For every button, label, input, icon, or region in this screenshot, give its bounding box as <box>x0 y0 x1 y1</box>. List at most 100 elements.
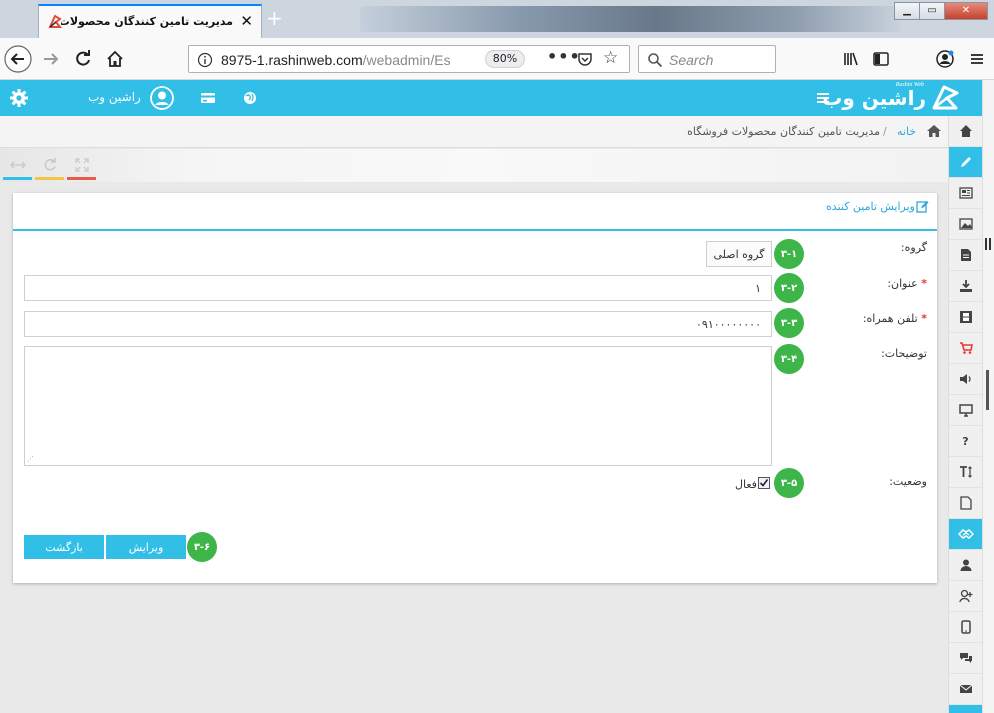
new-tab-icon[interactable]: + <box>266 8 283 28</box>
scrollbar-grip[interactable] <box>985 238 991 250</box>
description-label: توضیحات: <box>881 347 927 360</box>
sidebar-item-mobile[interactable] <box>949 612 982 643</box>
step-badge-3-3: ۳-۳ <box>774 308 804 338</box>
library-icon[interactable] <box>836 44 866 74</box>
mobile-icon <box>960 620 971 634</box>
user-avatar-icon[interactable] <box>150 86 174 110</box>
browser-tab[interactable]: مدیریت تامین کنندگان محصولات فرو ✕ <box>38 4 262 38</box>
sidebar-item-messages[interactable] <box>949 674 982 705</box>
toolbar-refresh-button[interactable] <box>35 149 64 181</box>
title-input-value: ۱ <box>755 282 761 295</box>
brand-mark-icon <box>930 85 960 111</box>
phone-label: * تلفن همراه: <box>863 312 927 325</box>
expand-icon <box>74 158 89 172</box>
envelope-icon <box>959 683 973 695</box>
title-input[interactable]: ۱ <box>24 275 772 301</box>
breadcrumb-separator: / <box>883 125 887 138</box>
sidebar-item-faq[interactable]: ? <box>949 426 982 457</box>
sidebar-item-shop[interactable] <box>949 333 982 364</box>
breadcrumb-home-link[interactable]: خانه <box>897 125 916 138</box>
sidebar-item-pages[interactable] <box>949 240 982 271</box>
resize-grip-icon[interactable]: ⋰ <box>27 455 34 463</box>
scrollbar-thumb[interactable] <box>986 370 989 410</box>
refresh-icon <box>43 158 57 172</box>
sidebar-item-downloads[interactable] <box>949 271 982 302</box>
site-info-icon[interactable] <box>197 52 213 68</box>
title-label: * عنوان: <box>887 277 927 290</box>
settings-gear-icon[interactable] <box>9 88 29 108</box>
sidebar-item-documents[interactable] <box>949 488 982 519</box>
sidebar-item-fonts[interactable] <box>949 457 982 488</box>
arrows-horizontal-icon <box>9 160 26 170</box>
minimize-icon[interactable]: ▁ <box>894 2 920 20</box>
sidebar-item-audio[interactable] <box>949 364 982 395</box>
question-icon: ? <box>962 434 969 448</box>
pocket-icon[interactable] <box>577 51 593 67</box>
phone-label-text: تلفن همراه: <box>862 312 918 325</box>
sidebar-item-display[interactable] <box>949 395 982 426</box>
credit-card-icon[interactable] <box>200 91 216 105</box>
panel-header: ویرایش تامین کننده <box>13 193 937 231</box>
sidebar-toggle-icon[interactable] <box>866 44 896 74</box>
sidebar-item-add-user[interactable] <box>949 581 982 612</box>
brand-logo[interactable]: Rashin Web راشین وب <box>822 82 962 114</box>
speaker-icon <box>959 372 973 386</box>
breadcrumb-current: مدیریت تامین کنندگان محصولات فروشگاه <box>687 125 880 138</box>
page-actions-icon[interactable]: ••• <box>547 47 581 66</box>
url-bar[interactable]: 8975-1.rashinweb.com/webadmin/Es 80% •••… <box>188 45 630 73</box>
description-textarea[interactable]: ⋰ <box>24 346 772 466</box>
url-path: /webadmin/Es <box>362 52 451 68</box>
home-icon[interactable] <box>100 44 130 74</box>
reload-icon[interactable] <box>68 44 98 74</box>
sidebar-item-comments[interactable] <box>949 643 982 674</box>
back-arrow-icon[interactable] <box>3 44 33 74</box>
globe-icon[interactable] <box>243 91 257 105</box>
image-icon <box>958 218 973 230</box>
required-mark: * <box>921 312 927 325</box>
window-close-icon[interactable]: ✕ <box>944 2 988 20</box>
user-plus-icon <box>958 589 973 603</box>
monitor-icon <box>958 403 973 417</box>
account-icon[interactable] <box>930 44 960 74</box>
sidebar-item-folder[interactable] <box>949 705 982 713</box>
file-text-icon <box>960 248 972 262</box>
toolbar-fullscreen-button[interactable] <box>67 149 96 181</box>
sidebar-item-news[interactable] <box>949 178 982 209</box>
status-active-label[interactable]: فعال <box>735 478 757 491</box>
sidebar-item-videos[interactable] <box>949 302 982 333</box>
text-height-icon <box>959 465 973 479</box>
browser-search-box[interactable]: Search <box>638 45 776 73</box>
maximize-icon[interactable]: ▭ <box>919 2 945 20</box>
search-placeholder: Search <box>669 52 714 68</box>
required-mark: * <box>921 277 927 290</box>
tab-title: مدیریت تامین کنندگان محصولات فرو <box>61 15 233 28</box>
mobile-phone-input[interactable]: ۰۹۱۰۰۰۰۰۰۰۰ <box>24 311 772 337</box>
sidebar-item-gallery[interactable] <box>949 209 982 240</box>
zoom-level-badge[interactable]: 80% <box>485 50 525 68</box>
sidebar: ? <box>948 116 982 713</box>
toolbar-indicator-yellow <box>35 177 64 180</box>
window-controls: ▁ ▭ ✕ <box>894 2 988 20</box>
breadcrumb-home-icon[interactable] <box>926 124 942 138</box>
browser-tab-bar: مدیریت تامین کنندگان محصولات فرو ✕ + ▁ ▭… <box>0 0 994 38</box>
forward-arrow-icon[interactable] <box>36 44 66 74</box>
user-name[interactable]: راشین وب <box>88 90 141 104</box>
browser-menu-icon[interactable] <box>962 44 992 74</box>
sidebar-item-edit[interactable] <box>949 147 982 178</box>
bookmark-star-icon[interactable]: ☆ <box>603 49 618 67</box>
title-label-text: عنوان: <box>887 277 918 290</box>
status-label: وضعیت: <box>889 475 927 488</box>
edit-submit-button[interactable]: ویرایش <box>106 535 186 559</box>
sidebar-item-home[interactable] <box>949 116 982 147</box>
comments-icon <box>959 651 973 665</box>
sidebar-item-suppliers[interactable] <box>949 519 982 550</box>
toolbar-collapse-button[interactable] <box>3 149 32 181</box>
search-icon <box>647 52 663 68</box>
sidebar-item-users[interactable] <box>949 550 982 581</box>
status-active-checkbox[interactable] <box>758 477 770 489</box>
breadcrumb: خانه / مدیریت تامین کنندگان محصولات فروش… <box>0 116 948 148</box>
app-header: راشین وب Rashin Web راشین وب <box>0 80 994 116</box>
group-select[interactable]: گروه اصلی <box>706 241 772 267</box>
tab-close-icon[interactable]: ✕ <box>240 13 253 29</box>
back-button[interactable]: بازگشت <box>24 535 104 559</box>
